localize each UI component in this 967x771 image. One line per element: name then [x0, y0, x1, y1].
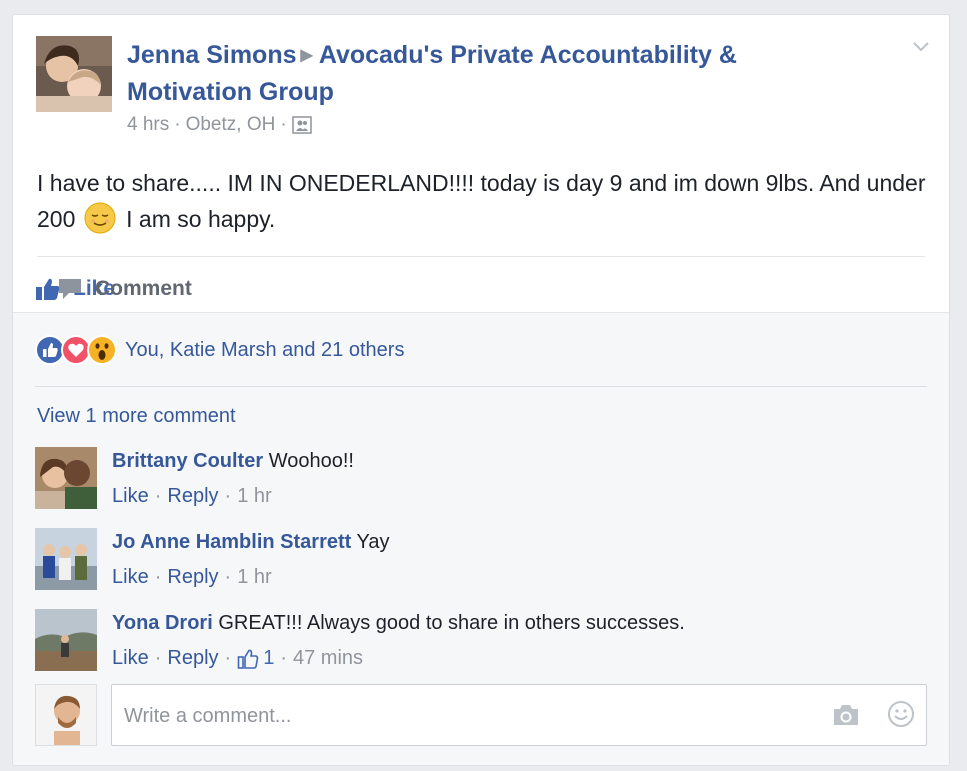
- post-text-part2: I am so happy.: [126, 206, 276, 232]
- comment-like-count[interactable]: 1: [263, 647, 274, 670]
- comment-actions: Like · Reply · 1 hr: [112, 485, 272, 508]
- commenter-avatar[interactable]: [35, 447, 97, 509]
- divider: [35, 386, 927, 387]
- comment-body: Yona Drori GREAT!!! Always good to share…: [112, 609, 685, 637]
- smiley-icon[interactable]: [887, 700, 915, 728]
- post-action-bar: Like Comment: [35, 269, 192, 309]
- commenter-name-link[interactable]: Yona Drori: [112, 612, 213, 634]
- comment-like-link[interactable]: Like: [112, 485, 149, 508]
- comment-actions: Like · Reply · 1 · 47 mins: [112, 647, 364, 670]
- post-header-title: Jenna Simons ▶ Avocadu's Private Accountab…: [127, 37, 847, 110]
- comment-input[interactable]: Write a comment...: [111, 684, 927, 746]
- comment-timestamp[interactable]: 1 hr: [237, 566, 271, 589]
- comment-reply-link[interactable]: Reply: [167, 647, 218, 670]
- comment-reply-link[interactable]: Reply: [167, 566, 218, 589]
- relieved-face-emoji-icon: [84, 202, 116, 234]
- comment-bubble-icon: [59, 279, 81, 299]
- comment-like-link[interactable]: Like: [112, 566, 149, 589]
- chevron-down-icon[interactable]: [911, 39, 931, 55]
- divider: [37, 256, 925, 257]
- comment-composer: Write a comment...: [35, 684, 929, 746]
- author-name-link[interactable]: Jenna Simons: [127, 41, 297, 69]
- commenter-avatar[interactable]: [35, 609, 97, 671]
- commenter-name-link[interactable]: Jo Anne Hamblin Starrett: [112, 531, 351, 553]
- comment-text: Yay: [356, 531, 390, 553]
- author-avatar[interactable]: [36, 36, 112, 112]
- comment-reply-link[interactable]: Reply: [167, 485, 218, 508]
- arrow-right-icon: ▶: [300, 47, 313, 64]
- comment-body: Brittany Coulter Woohoo!!: [112, 447, 354, 475]
- comment-like-link[interactable]: Like: [112, 647, 149, 670]
- comment-text: GREAT!!! Always good to share in others …: [218, 612, 685, 634]
- comment-body: Jo Anne Hamblin Starrett Yay: [112, 528, 389, 556]
- comment-actions: Like · Reply · 1 hr: [112, 566, 272, 589]
- camera-icon[interactable]: [831, 702, 861, 728]
- reactions-summary[interactable]: You, Katie Marsh and 21 others: [35, 335, 404, 365]
- current-user-avatar[interactable]: [35, 684, 97, 746]
- post-text: I have to share..... IM IN ONEDERLAND!!!…: [37, 165, 937, 237]
- comment-timestamp[interactable]: 1 hr: [237, 485, 271, 508]
- post-meta: 4 hrs · Obetz, OH ·: [127, 114, 312, 136]
- commenter-name-link[interactable]: Brittany Coulter: [112, 450, 263, 472]
- commenter-avatar[interactable]: [35, 528, 97, 590]
- view-more-comments-link[interactable]: View 1 more comment: [37, 405, 236, 428]
- post-card: Jenna Simons ▶ Avocadu's Private Accountab…: [12, 14, 950, 766]
- comment-button[interactable]: Comment: [57, 277, 937, 301]
- reaction-icons: [35, 335, 117, 365]
- comments-section: You, Katie Marsh and 21 others View 1 mo…: [13, 312, 949, 765]
- thumbs-up-outline-icon[interactable]: [237, 648, 259, 670]
- comment-text: Woohoo!!: [268, 450, 354, 472]
- comment-timestamp[interactable]: 47 mins: [293, 647, 363, 670]
- wow-reaction-icon: [87, 335, 117, 365]
- post-timestamp[interactable]: 4 hrs: [127, 114, 169, 136]
- reactions-text[interactable]: You, Katie Marsh and 21 others: [125, 339, 404, 362]
- post-location[interactable]: Obetz, OH: [186, 114, 276, 136]
- comment-input-placeholder: Write a comment...: [124, 705, 292, 727]
- group-audience-icon[interactable]: [291, 116, 312, 134]
